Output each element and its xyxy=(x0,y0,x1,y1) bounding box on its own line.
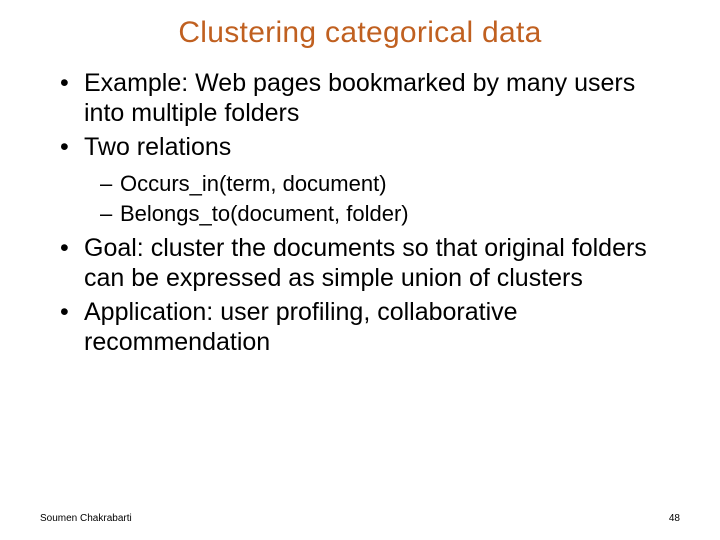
sub-bullet-list: Occurs_in(term, document) Belongs_to(doc… xyxy=(84,170,680,227)
sub-bullet-item: Occurs_in(term, document) xyxy=(106,170,680,198)
slide-title: Clustering categorical data xyxy=(40,16,680,50)
bullet-text: Two relations xyxy=(84,133,231,161)
footer-author: Soumen Chakrabarti xyxy=(40,513,132,524)
bullet-item: Goal: cluster the documents so that orig… xyxy=(70,233,680,293)
slide: Clustering categorical data Example: Web… xyxy=(0,0,720,540)
bullet-item: Example: Web pages bookmarked by many us… xyxy=(70,68,680,128)
sub-bullet-item: Belongs_to(document, folder) xyxy=(106,200,680,228)
bullet-item: Two relations Occurs_in(term, document) … xyxy=(70,132,680,227)
bullet-item: Application: user profiling, collaborati… xyxy=(70,297,680,357)
footer-page-number: 48 xyxy=(669,513,680,524)
bullet-list: Example: Web pages bookmarked by many us… xyxy=(40,68,680,357)
